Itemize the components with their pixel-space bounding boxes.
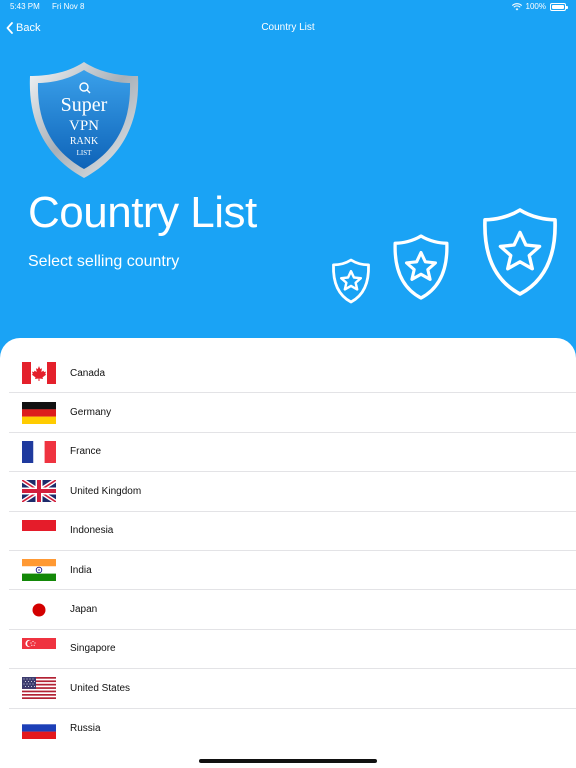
back-label: Back <box>16 22 41 34</box>
country-name: Canada <box>70 367 106 379</box>
wifi-icon <box>511 3 522 11</box>
battery-percent: 100% <box>525 2 546 11</box>
indonesia-flag-icon <box>22 519 56 542</box>
country-row-japan[interactable]: Japan <box>9 590 576 630</box>
status-bar: 5:43 PM Fri Nov 8 100% <box>0 0 576 14</box>
logo-text-super: Super <box>61 94 108 116</box>
status-left: 5:43 PM Fri Nov 8 <box>10 0 94 14</box>
country-row-france[interactable]: France <box>9 433 576 473</box>
super-vpn-logo: Super VPN RANK LIST <box>29 62 139 178</box>
country-row-germany[interactable]: Germany <box>9 393 576 433</box>
country-name: United States <box>70 682 131 694</box>
canada-flag-icon <box>22 362 56 385</box>
logo-text-rank: RANK <box>70 136 99 147</box>
navigation-bar: Country List Back <box>0 18 576 38</box>
russia-flag-icon <box>22 717 56 740</box>
uk-flag-icon <box>22 480 56 503</box>
page-subtitle: Select selling country <box>28 253 180 270</box>
singapore-flag-icon <box>22 637 56 660</box>
country-name: India <box>70 564 92 576</box>
country-row-united-kingdom[interactable]: United Kingdom <box>9 472 576 512</box>
country-row-singapore[interactable]: Singapore <box>9 630 576 670</box>
country-list-card: Canada Germany France United Kingdom Ind… <box>0 338 576 768</box>
shield-star-icon-medium <box>393 234 449 300</box>
logo-text-vpn: VPN <box>69 118 99 134</box>
country-name: Russia <box>70 722 101 734</box>
battery-icon <box>550 3 568 11</box>
country-row-canada[interactable]: Canada <box>9 354 576 394</box>
country-row-united-states[interactable]: United States <box>9 669 576 709</box>
country-row-indonesia[interactable]: Indonesia <box>9 512 576 551</box>
country-name: Germany <box>70 407 112 419</box>
france-flag-icon <box>22 440 56 463</box>
country-name: United Kingdom <box>70 485 142 497</box>
japan-flag-icon <box>22 598 56 621</box>
country-name: Singapore <box>70 643 116 655</box>
status-time: 5:43 PM <box>10 2 40 11</box>
shield-star-icon-small <box>332 258 370 304</box>
country-name: Japan <box>70 604 98 616</box>
back-button[interactable]: Back <box>6 18 40 38</box>
country-name: France <box>70 446 102 458</box>
country-name: Indonesia <box>70 525 114 537</box>
country-row-russia[interactable]: Russia <box>9 709 576 748</box>
status-date: Fri Nov 8 <box>52 2 85 11</box>
page-title: Country List <box>28 188 257 237</box>
chevron-left-icon <box>6 22 13 34</box>
country-row-india[interactable]: India <box>9 551 576 591</box>
country-list: Canada Germany France United Kingdom Ind… <box>0 354 576 748</box>
nav-title: Country List <box>261 22 315 33</box>
germany-flag-icon <box>22 401 56 424</box>
usa-flag-icon <box>22 677 56 700</box>
india-flag-icon <box>22 559 56 582</box>
logo-text-list: LIST <box>77 149 93 157</box>
home-indicator <box>199 759 377 763</box>
status-right: 100% <box>511 0 568 14</box>
shield-star-icon-large <box>483 208 557 296</box>
